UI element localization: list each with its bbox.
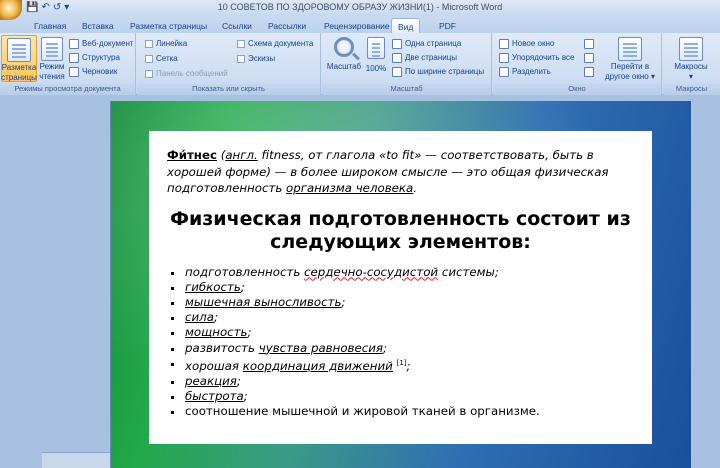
page-layout-icon bbox=[7, 38, 31, 62]
list-item: мышечная выносливость; bbox=[167, 295, 634, 310]
group-label-macros: Макросы bbox=[663, 84, 720, 95]
reset-window-icon bbox=[584, 67, 594, 77]
two-pages-button[interactable]: Две страницы bbox=[392, 53, 457, 63]
arrange-all-button[interactable]: Упорядочить все bbox=[499, 53, 574, 63]
footnote-ref[interactable]: [1] bbox=[397, 359, 407, 367]
new-window-icon bbox=[499, 39, 509, 49]
group-label-show-hide: Показать или скрыть bbox=[137, 84, 320, 95]
reading-mode-icon bbox=[41, 37, 63, 61]
ruler-check-icon bbox=[145, 40, 153, 48]
thumbnails-checkbox[interactable]: Эскизы bbox=[237, 54, 275, 64]
macros-icon bbox=[679, 37, 703, 61]
tab-review[interactable]: Рецензирование bbox=[318, 18, 396, 33]
web-layout-button[interactable]: Веб-документ bbox=[69, 39, 134, 49]
group-macros: Макросы ▾ Макросы bbox=[663, 33, 720, 95]
reading-view-button[interactable]: Режим чтения bbox=[38, 37, 66, 82]
list-item: быстрота; bbox=[167, 389, 634, 404]
ribbon: Разметка страницы Режим чтения Веб-докум… bbox=[0, 33, 720, 95]
term-fitness: Фи́тнес bbox=[167, 148, 217, 162]
group-label-window: Окно bbox=[493, 84, 661, 95]
group-show-hide: Линейка Сетка Панель сообщений Схема док… bbox=[137, 33, 321, 95]
document-map-checkbox[interactable]: Схема документа bbox=[237, 39, 313, 49]
list-item: сила; bbox=[167, 310, 634, 325]
macros-button[interactable]: Макросы ▾ bbox=[669, 37, 713, 81]
split-icon bbox=[499, 67, 509, 77]
synchronous-scroll-button[interactable] bbox=[584, 53, 594, 63]
outline-button[interactable]: Структура bbox=[69, 53, 120, 63]
message-bar-checkbox[interactable]: Панель сообщений bbox=[145, 69, 228, 79]
grid-checkbox[interactable]: Сетка bbox=[145, 54, 178, 64]
one-page-icon bbox=[392, 39, 402, 49]
ribbon-tabs: Главная Вставка Разметка страницы Ссылки… bbox=[0, 16, 720, 33]
view-side-by-side-button[interactable] bbox=[584, 39, 594, 49]
tab-references[interactable]: Ссылки bbox=[216, 18, 258, 33]
page-width-icon bbox=[392, 67, 402, 77]
tab-page-layout[interactable]: Разметка страницы bbox=[124, 18, 213, 33]
grid-check-icon bbox=[145, 55, 153, 63]
section-heading: Физическая подготовленность состоит из с… bbox=[170, 207, 631, 253]
split-button[interactable]: Разделить bbox=[499, 67, 551, 77]
group-window: Новое окно Упорядочить все Разделить Пер… bbox=[493, 33, 662, 95]
draft-icon bbox=[69, 67, 79, 77]
list-item: развитость чувства равновесия; bbox=[167, 341, 634, 356]
synchronous-scroll-icon bbox=[584, 53, 594, 63]
list-item: мощность; bbox=[167, 325, 634, 340]
zoom-100-button[interactable]: 100% bbox=[364, 37, 388, 81]
link-organism[interactable]: организма человека bbox=[286, 181, 413, 195]
elements-list: подготовленность сердечно-сосудистой сис… bbox=[167, 265, 634, 420]
tab-home[interactable]: Главная bbox=[28, 18, 72, 33]
document-page[interactable]: Фи́тнес (англ. fitness, от глагола «to f… bbox=[149, 131, 652, 444]
tab-insert[interactable]: Вставка bbox=[76, 18, 120, 33]
title-bar: 💾 ↶ ↺ ▾ 10 СОВЕТОВ ПО ЗДОРОВОМУ ОБРАЗУ Ж… bbox=[0, 0, 720, 20]
ruler-checkbox[interactable]: Линейка bbox=[145, 39, 187, 49]
web-layout-icon bbox=[69, 39, 79, 49]
intro-paragraph: Фи́тнес (англ. fitness, от глагола «to f… bbox=[167, 148, 609, 195]
list-item: подготовленность сердечно-сосудистой сис… bbox=[167, 265, 634, 280]
page-width-button[interactable]: По ширине страницы bbox=[392, 67, 484, 77]
window-title: 10 СОВЕТОВ ПО ЗДОРОВОМУ ОБРАЗУ ЖИЗНИ(1) … bbox=[217, 2, 503, 12]
two-pages-icon bbox=[392, 53, 402, 63]
side-by-side-icon bbox=[584, 39, 594, 49]
thumbnails-check-icon bbox=[237, 55, 245, 63]
list-item: гибкость; bbox=[167, 280, 634, 295]
group-zoom: Масштаб 100% Одна страница Две страницы … bbox=[322, 33, 492, 95]
list-item: соотношение мышечной и жировой тканей в … bbox=[167, 404, 634, 419]
one-page-button[interactable]: Одна страница bbox=[392, 39, 461, 49]
message-bar-check-icon bbox=[145, 70, 153, 78]
outline-icon bbox=[69, 53, 79, 63]
lang-abbrev: англ. bbox=[225, 148, 258, 162]
tab-view[interactable]: Вид bbox=[391, 18, 421, 33]
document-map-check-icon bbox=[237, 40, 245, 48]
group-label-views: Режимы просмотра документа bbox=[0, 84, 135, 95]
switch-windows-button[interactable]: Перейти в другое окно ▾ bbox=[601, 37, 659, 81]
switch-windows-icon bbox=[618, 37, 642, 61]
arrange-all-icon bbox=[499, 53, 509, 63]
page-100-icon bbox=[367, 37, 385, 59]
zoom-button[interactable]: Масштаб bbox=[325, 37, 363, 81]
reset-window-position-button[interactable] bbox=[584, 67, 594, 77]
tab-pdf[interactable]: PDF bbox=[433, 18, 462, 33]
page-layout-view-button[interactable]: Разметка страницы bbox=[1, 35, 37, 82]
tab-mailings[interactable]: Рассылки bbox=[262, 18, 312, 33]
draft-button[interactable]: Черновик bbox=[69, 67, 117, 77]
magnifier-icon bbox=[334, 37, 354, 57]
new-window-button[interactable]: Новое окно bbox=[499, 39, 554, 49]
list-item: реакция; bbox=[167, 374, 634, 389]
group-document-views: Разметка страницы Режим чтения Веб-докум… bbox=[0, 33, 136, 95]
list-item: хорошая координация движений [1]; bbox=[167, 356, 634, 374]
page-shadow-edge bbox=[42, 452, 110, 468]
group-label-zoom: Масштаб bbox=[322, 84, 491, 95]
